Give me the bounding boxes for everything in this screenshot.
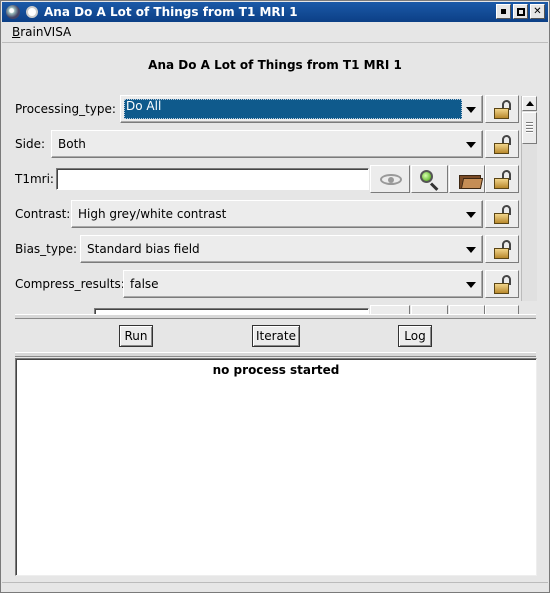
magnifier-icon xyxy=(420,170,439,191)
bias-type-lock-button[interactable] xyxy=(485,235,519,263)
t1mri-database-search-button[interactable] xyxy=(411,165,448,193)
contrast-combo[interactable]: High grey/white contrast xyxy=(71,200,483,228)
param-label-compress-results: Compress_results: xyxy=(15,277,125,291)
param-label-t1mri: T1mri: xyxy=(15,172,54,186)
minimize-button[interactable] xyxy=(496,4,511,19)
log-button[interactable]: Log xyxy=(398,325,432,347)
param-row-t1mri: T1mri: xyxy=(8,163,521,193)
t1mri-lock-button[interactable] xyxy=(485,165,519,193)
unlocked-padlock-icon xyxy=(493,170,513,190)
unlocked-padlock-icon xyxy=(493,240,513,260)
t1mri-browse-button[interactable] xyxy=(449,165,485,193)
chevron-down-icon xyxy=(466,247,476,253)
window-status-bar xyxy=(2,582,548,591)
t1mri-view-button[interactable] xyxy=(370,165,410,193)
process-status-text: no process started xyxy=(212,363,340,377)
output-splitter[interactable] xyxy=(15,352,536,357)
bias-type-value: Standard bias field xyxy=(87,242,200,256)
window-title: Ana Do A Lot of Things from T1 MRI 1 xyxy=(44,5,298,19)
parameters-vertical-scrollbar[interactable] xyxy=(521,96,537,301)
compress-results-lock-button[interactable] xyxy=(485,270,519,298)
eye-icon xyxy=(380,174,402,185)
processing-type-value: Do All xyxy=(126,99,162,113)
contrast-lock-button[interactable] xyxy=(485,200,519,228)
menu-brainvisa-mnemonic: B xyxy=(12,25,21,39)
system-menu-icon[interactable] xyxy=(6,5,20,19)
close-icon: ✕ xyxy=(533,5,542,17)
chevron-down-icon xyxy=(466,107,476,113)
brainvisa-app-icon xyxy=(26,6,38,18)
run-button[interactable]: Run xyxy=(119,325,153,347)
side-lock-button[interactable] xyxy=(485,130,519,158)
param-row-bias-type: Bias_type: Standard bias field xyxy=(8,233,521,263)
param-row-side: Side: Both xyxy=(8,128,521,158)
scrollbar-thumb[interactable] xyxy=(522,112,537,144)
chevron-down-icon xyxy=(466,142,476,148)
param-label-bias-type: Bias_type: xyxy=(15,242,78,256)
compress-results-combo[interactable]: false xyxy=(123,270,483,298)
param-label-contrast: Contrast: xyxy=(15,207,71,221)
processing-type-lock-button[interactable] xyxy=(485,95,519,123)
folder-icon xyxy=(459,173,484,189)
menu-brainvisa-label: rainVISA xyxy=(20,25,72,39)
scroll-up-arrow-icon[interactable] xyxy=(522,96,537,111)
process-window: Ana Do A Lot of Things from T1 MRI 1 ✕ B… xyxy=(0,0,550,593)
unlocked-padlock-icon xyxy=(493,205,513,225)
processing-type-focus-field xyxy=(124,99,462,119)
maximize-button[interactable] xyxy=(513,4,528,19)
param-row-compress-results: Compress_results: false xyxy=(8,268,521,298)
menubar: BrainVISA xyxy=(2,22,548,43)
chevron-down-icon xyxy=(466,282,476,288)
parameters-panel: Processing_type: Do All Side: Both T1mri… xyxy=(8,93,538,315)
contrast-value: High grey/white contrast xyxy=(78,207,227,221)
t1mri-input[interactable] xyxy=(56,168,369,190)
processing-type-combo[interactable]: Do All xyxy=(120,95,483,123)
param-label-processing-type: Processing_type: xyxy=(15,102,116,116)
side-combo[interactable]: Both xyxy=(51,130,483,158)
unlocked-padlock-icon xyxy=(493,100,513,120)
title-bar[interactable]: Ana Do A Lot of Things from T1 MRI 1 ✕ xyxy=(2,2,548,22)
unlocked-padlock-icon xyxy=(493,275,513,295)
unlocked-padlock-icon xyxy=(493,135,513,155)
maximize-icon xyxy=(516,7,525,16)
param-label-side: Side: xyxy=(15,137,45,151)
side-value: Both xyxy=(58,137,86,151)
iterate-button[interactable]: Iterate xyxy=(252,325,300,347)
param-row-contrast: Contrast: High grey/white contrast xyxy=(8,198,521,228)
minimize-icon xyxy=(501,9,506,14)
bias-type-combo[interactable]: Standard bias field xyxy=(80,235,483,263)
process-output-area[interactable]: no process started xyxy=(15,358,537,576)
parameters-splitter[interactable] xyxy=(15,314,536,319)
menu-brainvisa[interactable]: BrainVISA xyxy=(12,25,71,39)
chevron-down-icon xyxy=(466,212,476,218)
process-heading: Ana Do A Lot of Things from T1 MRI 1 xyxy=(148,58,402,72)
param-row-processing-type: Processing_type: Do All xyxy=(8,93,521,123)
compress-results-value: false xyxy=(130,277,159,291)
close-button[interactable]: ✕ xyxy=(530,4,545,19)
